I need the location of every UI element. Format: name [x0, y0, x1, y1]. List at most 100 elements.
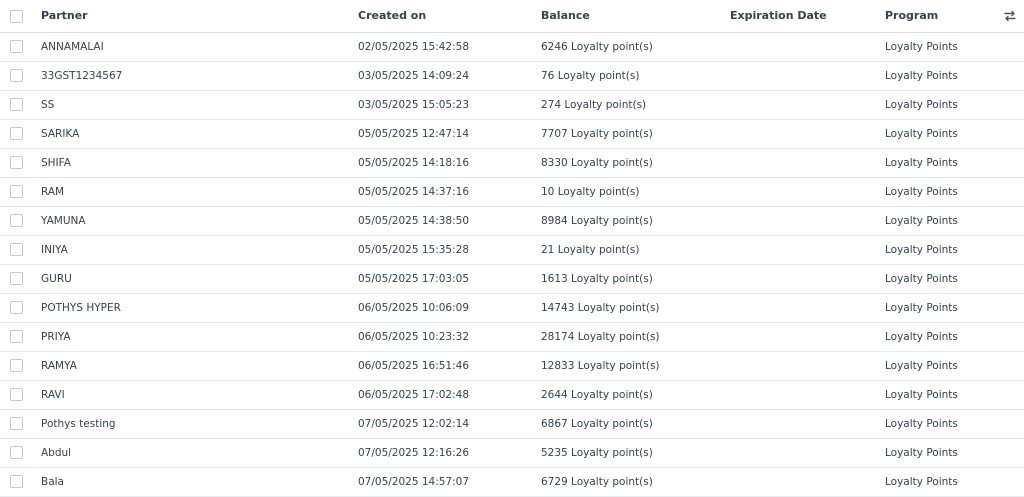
table-row[interactable]: YAMUNA 05/05/2025 14:38:50 8984 Loyalty po… [0, 206, 1024, 235]
column-header-program[interactable]: Program [876, 0, 996, 32]
cell-created-on[interactable]: 03/05/2025 14:09:24 [349, 61, 532, 90]
cell-program[interactable]: Loyalty Points [876, 32, 996, 61]
select-all-checkbox[interactable] [10, 9, 23, 23]
cell-program[interactable]: Loyalty Points [876, 322, 996, 351]
row-checkbox[interactable] [10, 475, 23, 488]
table-row[interactable]: Abdul 07/05/2025 12:16:26 5235 Loyalty poi… [0, 438, 1024, 467]
cell-created-on[interactable]: 05/05/2025 17:03:05 [349, 264, 532, 293]
optional-columns-toggle[interactable] [996, 0, 1024, 32]
column-header-partner[interactable]: Partner [32, 0, 349, 32]
cell-expiration-date[interactable] [721, 351, 876, 380]
cell-balance[interactable]: 1613 Loyalty point(s) [532, 264, 721, 293]
row-checkbox[interactable] [10, 185, 23, 198]
cell-balance[interactable]: 12833 Loyalty point(s) [532, 351, 721, 380]
cell-expiration-date[interactable] [721, 148, 876, 177]
cell-expiration-date[interactable] [721, 438, 876, 467]
cell-created-on[interactable]: 06/05/2025 10:06:09 [349, 293, 532, 322]
cell-program[interactable]: Loyalty Points [876, 438, 996, 467]
cell-expiration-date[interactable] [721, 467, 876, 496]
table-row[interactable]: Pothys testing 07/05/2025 12:02:14 6867 Lo… [0, 409, 1024, 438]
cell-program[interactable]: Loyalty Points [876, 467, 996, 496]
cell-expiration-date[interactable] [721, 235, 876, 264]
cell-program[interactable]: Loyalty Points [876, 380, 996, 409]
table-row[interactable]: 33GST1234567 03/05/2025 14:09:24 76 Loyalt… [0, 61, 1024, 90]
row-checkbox[interactable] [10, 359, 23, 372]
cell-expiration-date[interactable] [721, 380, 876, 409]
cell-created-on[interactable]: 07/05/2025 12:02:14 [349, 409, 532, 438]
cell-expiration-date[interactable] [721, 206, 876, 235]
table-row[interactable]: INIYA 05/05/2025 15:35:28 21 Loyalty point… [0, 235, 1024, 264]
cell-balance[interactable]: 10 Loyalty point(s) [532, 177, 721, 206]
cell-balance[interactable]: 28174 Loyalty point(s) [532, 322, 721, 351]
cell-partner[interactable]: Abdul [32, 438, 349, 467]
row-checkbox[interactable] [10, 330, 23, 343]
cell-partner[interactable]: Pothys testing [32, 409, 349, 438]
cell-created-on[interactable]: 02/05/2025 15:42:58 [349, 32, 532, 61]
cell-expiration-date[interactable] [721, 32, 876, 61]
table-row[interactable]: SHIFA 05/05/2025 14:18:16 8330 Loyalty poi… [0, 148, 1024, 177]
row-checkbox[interactable] [10, 156, 23, 169]
cell-expiration-date[interactable] [721, 293, 876, 322]
row-checkbox[interactable] [10, 388, 23, 401]
row-checkbox[interactable] [10, 69, 23, 82]
cell-partner[interactable]: RAVI [32, 380, 349, 409]
cell-partner[interactable]: 33GST1234567 [32, 61, 349, 90]
table-row[interactable]: RAM 05/05/2025 14:37:16 10 Loyalty point(s… [0, 177, 1024, 206]
cell-expiration-date[interactable] [721, 322, 876, 351]
cell-expiration-date[interactable] [721, 177, 876, 206]
table-row[interactable]: SS 03/05/2025 15:05:23 274 Loyalty point(s… [0, 90, 1024, 119]
cell-balance[interactable]: 274 Loyalty point(s) [532, 90, 721, 119]
row-checkbox[interactable] [10, 98, 23, 111]
cell-balance[interactable]: 2644 Loyalty point(s) [532, 380, 721, 409]
row-checkbox[interactable] [10, 127, 23, 140]
cell-created-on[interactable]: 05/05/2025 14:18:16 [349, 148, 532, 177]
cell-partner[interactable]: RAM [32, 177, 349, 206]
cell-balance[interactable]: 21 Loyalty point(s) [532, 235, 721, 264]
table-row[interactable]: Bala 07/05/2025 14:57:07 6729 Loyalty poin… [0, 467, 1024, 496]
cell-program[interactable]: Loyalty Points [876, 351, 996, 380]
cell-created-on[interactable]: 06/05/2025 10:23:32 [349, 322, 532, 351]
table-row[interactable]: RAVI 06/05/2025 17:02:48 2644 Loyalty poin… [0, 380, 1024, 409]
cell-balance[interactable]: 8330 Loyalty point(s) [532, 148, 721, 177]
row-checkbox[interactable] [10, 40, 23, 53]
cell-created-on[interactable]: 05/05/2025 15:35:28 [349, 235, 532, 264]
cell-program[interactable]: Loyalty Points [876, 90, 996, 119]
cell-balance[interactable]: 6729 Loyalty point(s) [532, 467, 721, 496]
cell-program[interactable]: Loyalty Points [876, 293, 996, 322]
cell-balance[interactable]: 6867 Loyalty point(s) [532, 409, 721, 438]
row-checkbox[interactable] [10, 272, 23, 285]
row-checkbox[interactable] [10, 417, 23, 430]
cell-expiration-date[interactable] [721, 409, 876, 438]
cell-program[interactable]: Loyalty Points [876, 409, 996, 438]
table-row[interactable]: ANNAMALAI 02/05/2025 15:42:58 6246 Loyalty… [0, 32, 1024, 61]
cell-expiration-date[interactable] [721, 90, 876, 119]
cell-partner[interactable]: INIYA [32, 235, 349, 264]
cell-program[interactable]: Loyalty Points [876, 206, 996, 235]
cell-created-on[interactable]: 05/05/2025 14:37:16 [349, 177, 532, 206]
cell-partner[interactable]: GURU [32, 264, 349, 293]
column-header-created-on[interactable]: Created on [349, 0, 532, 32]
cell-partner[interactable]: RAMYA [32, 351, 349, 380]
column-header-expiration-date[interactable]: Expiration Date [721, 0, 876, 32]
row-checkbox[interactable] [10, 301, 23, 314]
cell-created-on[interactable]: 05/05/2025 12:47:14 [349, 119, 532, 148]
cell-created-on[interactable]: 05/05/2025 14:38:50 [349, 206, 532, 235]
cell-program[interactable]: Loyalty Points [876, 235, 996, 264]
cell-created-on[interactable]: 06/05/2025 16:51:46 [349, 351, 532, 380]
cell-partner[interactable]: POTHYS HYPER [32, 293, 349, 322]
cell-program[interactable]: Loyalty Points [876, 177, 996, 206]
cell-created-on[interactable]: 07/05/2025 14:57:07 [349, 467, 532, 496]
cell-balance[interactable]: 14743 Loyalty point(s) [532, 293, 721, 322]
row-checkbox[interactable] [10, 214, 23, 227]
table-row[interactable]: PRIYA 06/05/2025 10:23:32 28174 Loyalty po… [0, 322, 1024, 351]
cell-expiration-date[interactable] [721, 264, 876, 293]
cell-partner[interactable]: SS [32, 90, 349, 119]
row-checkbox[interactable] [10, 446, 23, 459]
cell-partner[interactable]: Bala [32, 467, 349, 496]
cell-partner[interactable]: PRIYA [32, 322, 349, 351]
cell-balance[interactable]: 7707 Loyalty point(s) [532, 119, 721, 148]
cell-partner[interactable]: SHIFA [32, 148, 349, 177]
cell-partner[interactable]: ANNAMALAI [32, 32, 349, 61]
cell-balance[interactable]: 76 Loyalty point(s) [532, 61, 721, 90]
table-row[interactable]: POTHYS HYPER 06/05/2025 10:06:09 14743 Loy… [0, 293, 1024, 322]
